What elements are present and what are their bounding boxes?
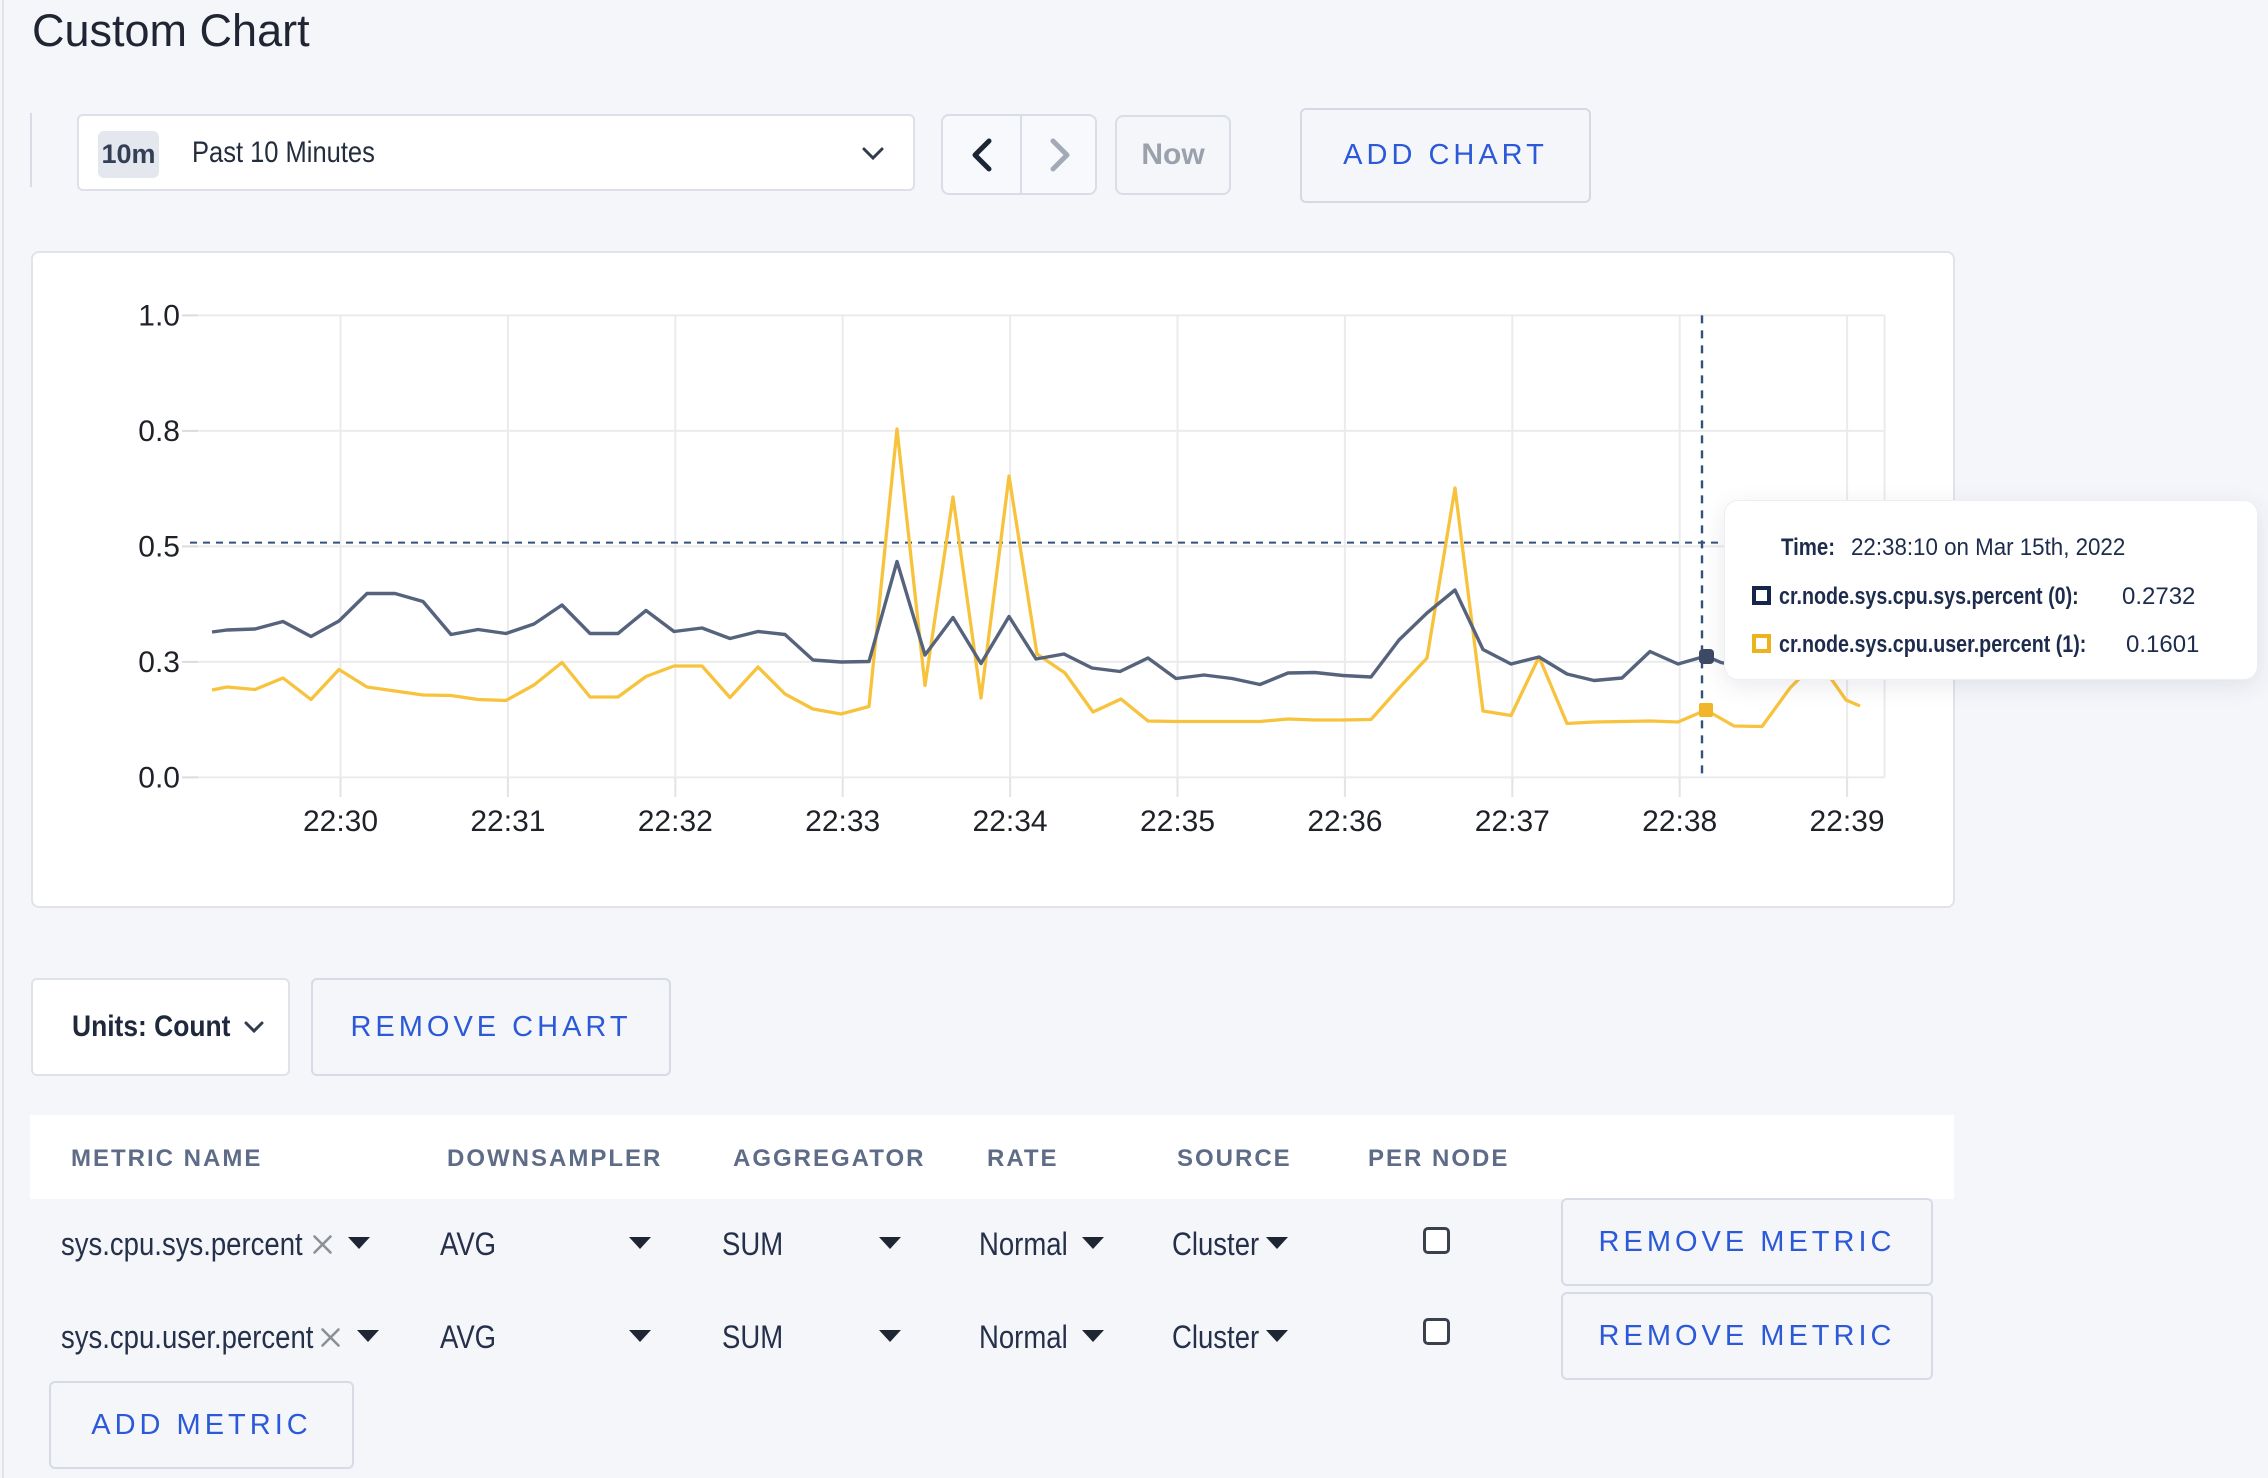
svg-text:22:39: 22:39 xyxy=(1810,805,1885,838)
svg-text:0.0: 0.0 xyxy=(138,761,180,794)
svg-text:22:34: 22:34 xyxy=(973,805,1048,838)
svg-text:0.8: 0.8 xyxy=(138,415,180,448)
svg-text:22:38: 22:38 xyxy=(1642,805,1717,838)
svg-text:0.5: 0.5 xyxy=(138,530,180,563)
svg-text:22:30: 22:30 xyxy=(303,805,378,838)
svg-text:22:31: 22:31 xyxy=(470,805,545,838)
svg-text:1.0: 1.0 xyxy=(138,299,180,332)
svg-text:22:33: 22:33 xyxy=(805,805,880,838)
svg-text:22:36: 22:36 xyxy=(1307,805,1382,838)
svg-text:22:32: 22:32 xyxy=(638,805,713,838)
svg-text:22:37: 22:37 xyxy=(1475,805,1550,838)
svg-text:22:35: 22:35 xyxy=(1140,805,1215,838)
svg-text:0.3: 0.3 xyxy=(138,646,180,679)
